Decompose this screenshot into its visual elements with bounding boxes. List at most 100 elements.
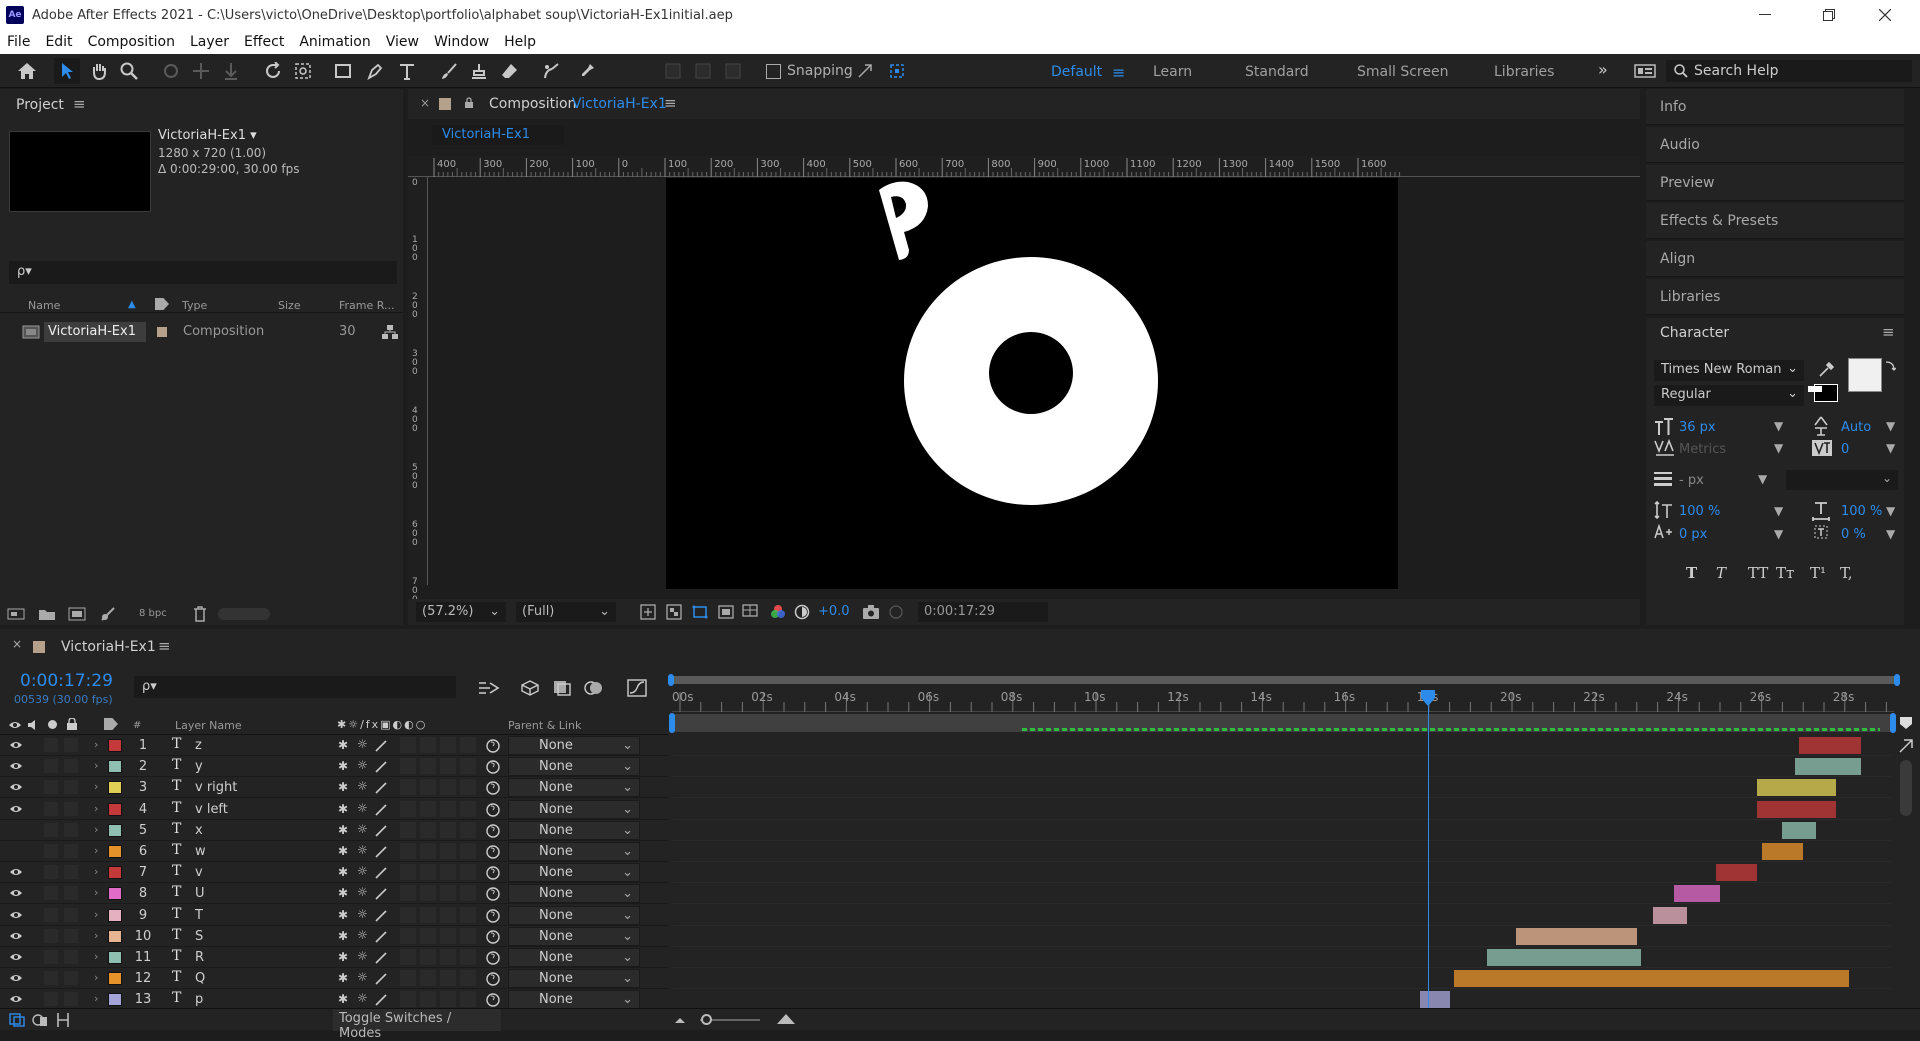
shy-switch-icon[interactable]: ✱ [338, 992, 348, 1006]
timeline-current-time[interactable]: 0:00:17:29 [20, 671, 113, 691]
expand-layer-chevron-icon[interactable]: › [94, 886, 98, 899]
layer-duration-bar[interactable] [1799, 737, 1862, 754]
expand-layer-chevron-icon[interactable]: › [94, 950, 98, 963]
more-workspaces-icon[interactable]: » [1598, 60, 1608, 79]
collapse-switch-icon[interactable]: ☼ [357, 928, 368, 942]
layer-name[interactable]: w [195, 844, 206, 859]
snapshot-camera-icon[interactable] [862, 604, 880, 620]
workspace-default[interactable]: Default [1051, 64, 1102, 80]
layer-duration-bar[interactable] [1516, 927, 1637, 945]
timeline-search-input[interactable]: ρ▾ [134, 676, 456, 698]
layer-duration-bar[interactable] [1674, 885, 1720, 903]
lock-switch[interactable] [64, 801, 78, 816]
adjustment-layer-switch[interactable] [440, 885, 456, 902]
layer-label-color[interactable] [108, 802, 122, 816]
font-size-value[interactable]: 36 px [1679, 420, 1716, 435]
expand-layer-chevron-icon[interactable]: › [94, 929, 98, 942]
title-action-safe-icon[interactable] [718, 604, 734, 620]
quality-switch-icon[interactable] [374, 951, 388, 965]
layer-label-color[interactable] [108, 781, 122, 795]
layer-row[interactable]: › 10 T S ✱ ☼ None ⌄ [0, 926, 668, 947]
pick-whip-icon[interactable] [485, 971, 501, 987]
shy-switch-icon[interactable]: ✱ [338, 823, 348, 837]
pick-whip-icon[interactable] [485, 908, 501, 924]
lock-switch[interactable] [64, 907, 78, 922]
eye-icon[interactable] [9, 931, 23, 941]
selection-tool-icon[interactable] [54, 58, 80, 84]
motion-blur-switch[interactable] [420, 906, 436, 923]
3d-layer-switch[interactable] [460, 949, 476, 965]
layer-label-color[interactable] [108, 929, 122, 943]
motion-blur-switch[interactable] [420, 885, 436, 902]
parent-dropdown[interactable]: None ⌄ [486, 926, 640, 946]
lock-switch[interactable] [64, 822, 78, 837]
baseline-shift-dropdown-icon[interactable]: ▼ [1774, 527, 1783, 541]
interpret-footage-icon[interactable] [7, 607, 25, 621]
project-search-input[interactable]: ρ▾ [9, 261, 397, 284]
tracking-value[interactable]: 0 [1841, 442, 1849, 457]
pen-tool-icon[interactable] [362, 58, 388, 84]
tracking-dropdown-icon[interactable]: ▼ [1886, 441, 1895, 455]
search-help-field[interactable]: Search Help [1666, 60, 1912, 82]
layer-name[interactable]: v right [195, 780, 237, 795]
project-item-label[interactable] [157, 327, 167, 337]
lock-switch[interactable] [64, 844, 78, 858]
leading-value[interactable]: Auto [1841, 420, 1871, 435]
superscript-button[interactable]: T¹ [1810, 564, 1826, 582]
workspace-menu-icon[interactable]: ≡ [1112, 63, 1125, 82]
info-panel-tab[interactable]: Info [1646, 89, 1904, 125]
collapse-switch-icon[interactable]: ☼ [357, 737, 368, 751]
horizontal-scale-dropdown-icon[interactable]: ▼ [1886, 504, 1895, 518]
minimize-icon[interactable] [1742, 0, 1788, 30]
quality-switch-icon[interactable] [374, 972, 388, 986]
zoom-in-time-icon[interactable] [776, 1012, 796, 1026]
project-comp-name[interactable]: VictoriaH-Ex1 ▾ [158, 128, 257, 143]
motion-blur-switch[interactable] [420, 927, 436, 944]
layer-name[interactable]: R [195, 950, 204, 965]
motion-blur-switch[interactable] [420, 758, 436, 775]
navigator-end-handle[interactable] [1890, 713, 1896, 733]
layer-duration-bar[interactable] [1757, 779, 1837, 797]
character-menu-icon[interactable]: ≡ [1882, 323, 1895, 341]
time-zoom-slider-knob[interactable] [701, 1014, 712, 1025]
expand-layer-chevron-icon[interactable]: › [94, 802, 98, 815]
anchor-point-tool-icon[interactable] [290, 58, 316, 84]
reset-exposure-icon[interactable] [794, 604, 810, 620]
layer-duration-bar[interactable] [1761, 843, 1804, 860]
expand-layer-chevron-icon[interactable]: › [94, 908, 98, 921]
project-panel-menu-icon[interactable]: ≡ [73, 95, 86, 113]
motion-blur-switch[interactable] [420, 970, 436, 987]
3d-layer-switch[interactable] [460, 758, 476, 775]
solo-switch[interactable] [44, 950, 58, 964]
eye-icon[interactable] [9, 973, 23, 983]
brush-tool-icon[interactable] [436, 58, 462, 84]
motion-blur-switch[interactable] [420, 991, 436, 1008]
view-options-icon[interactable] [742, 604, 760, 620]
effect-switch[interactable] [400, 843, 416, 859]
parent-dropdown[interactable]: None ⌄ [486, 905, 640, 925]
character-title[interactable]: Character [1660, 325, 1729, 341]
lock-switch[interactable] [64, 928, 78, 943]
layer-duration-bar[interactable] [1420, 991, 1450, 1009]
layer-row[interactable]: › 8 T U ✱ ☼ None ⌄ [0, 883, 668, 905]
solo-switch[interactable] [44, 971, 58, 986]
restore-icon[interactable] [1806, 0, 1852, 30]
pan-camera-icon[interactable] [188, 58, 214, 84]
collapse-switch-icon[interactable]: ☼ [357, 822, 368, 836]
expand-layer-chevron-icon[interactable]: › [94, 971, 98, 984]
menu-window[interactable]: Window [427, 34, 497, 50]
quality-switch-icon[interactable] [374, 803, 388, 817]
solo-switch[interactable] [44, 865, 58, 880]
layer-name[interactable]: p [195, 992, 203, 1007]
eye-icon[interactable] [9, 994, 23, 1004]
graph-editor-icon[interactable] [627, 679, 647, 697]
expand-layer-chevron-icon[interactable]: › [94, 865, 98, 878]
layer-name[interactable]: S [195, 929, 203, 944]
stroke-width-value[interactable]: - px [1679, 473, 1704, 488]
collapse-switch-icon[interactable]: ☼ [357, 885, 368, 899]
3d-layer-switch[interactable] [460, 843, 476, 859]
kerning-dropdown-icon[interactable]: ▼ [1774, 441, 1783, 455]
lock-header-icon[interactable] [66, 718, 78, 731]
layer-row[interactable]: › 3 Tv right ✱ ☼ None ⌄ [0, 777, 668, 799]
pick-whip-icon[interactable] [485, 865, 501, 881]
